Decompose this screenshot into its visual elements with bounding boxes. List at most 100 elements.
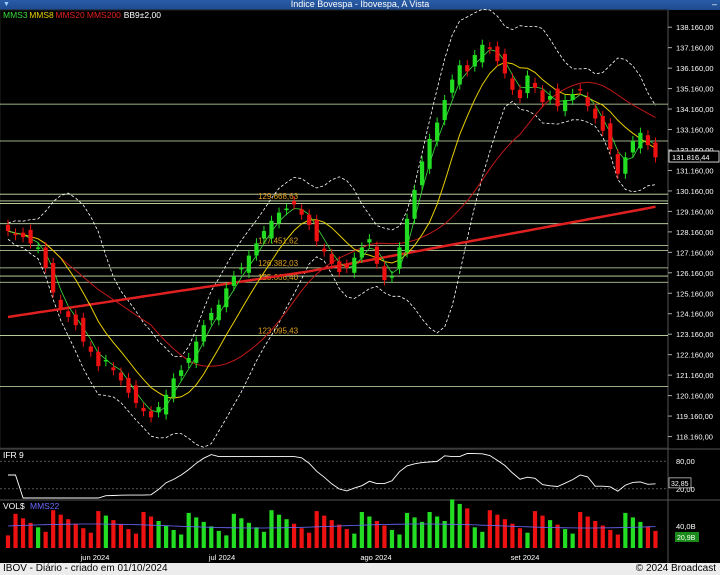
volume-bar xyxy=(186,512,191,548)
candle-body xyxy=(570,93,575,101)
volume-bar xyxy=(427,512,432,548)
candle-body xyxy=(148,411,154,418)
bollinger-lower-band xyxy=(7,100,656,448)
volume-bar xyxy=(88,532,93,548)
volume-bar xyxy=(404,512,410,548)
candle-body xyxy=(480,44,485,63)
candle-body xyxy=(630,140,635,153)
volume-bar xyxy=(231,513,236,548)
candle-body xyxy=(5,224,11,232)
volume-bar xyxy=(570,533,575,548)
volume-bar xyxy=(246,522,252,548)
candle-body xyxy=(495,46,500,62)
volume-bar xyxy=(615,534,620,548)
volume-bar xyxy=(337,524,342,548)
candle-body xyxy=(66,311,71,318)
mms8-line xyxy=(7,61,656,399)
volume-bar xyxy=(359,512,364,548)
volume-bar xyxy=(269,510,274,548)
price-axis-label: 137.160,00 xyxy=(676,44,714,53)
volume-bar xyxy=(28,522,33,548)
volume-bar xyxy=(623,512,628,548)
volume-bar xyxy=(276,514,282,548)
volume-bar xyxy=(419,521,425,548)
candle-body xyxy=(179,370,184,376)
candle-body xyxy=(133,385,139,403)
volume-bar xyxy=(645,526,651,548)
volume-bar xyxy=(435,516,440,548)
candle-body xyxy=(329,253,334,264)
volume-bar xyxy=(389,530,395,548)
level-label: 126.382,03 xyxy=(258,259,299,268)
volume-bar xyxy=(171,530,176,548)
candle-body xyxy=(239,267,244,270)
price-axis-label: 129.160,00 xyxy=(676,207,714,216)
volume-ma-label: MMS22 xyxy=(30,501,60,511)
candle-body xyxy=(404,218,410,253)
candle-body xyxy=(457,65,462,85)
candle-body xyxy=(442,100,447,121)
candle-body xyxy=(525,75,530,94)
volume-bar xyxy=(367,516,372,548)
volume-bar xyxy=(81,528,86,548)
volume-bar xyxy=(66,519,71,548)
volume-bar xyxy=(412,517,417,548)
volume-bar xyxy=(58,514,63,548)
candle-body xyxy=(547,95,553,100)
candle-body xyxy=(13,233,18,236)
volume-bar xyxy=(495,514,500,548)
candle-body xyxy=(555,88,560,107)
candle-body xyxy=(322,248,327,252)
candle-body xyxy=(103,359,108,362)
volume-bar xyxy=(638,521,643,548)
chart-canvas[interactable]: 129.668,63127.451,62126.382,03125.666,40… xyxy=(0,0,720,563)
volume-bar xyxy=(397,534,402,548)
volume-bar xyxy=(352,533,357,548)
candle-body xyxy=(73,314,78,326)
volume-bar xyxy=(517,528,523,548)
price-axis-label: 123.160,00 xyxy=(676,330,714,339)
candle-body xyxy=(43,247,48,268)
volume-bar xyxy=(5,535,11,548)
price-axis-label: 120.160,00 xyxy=(676,392,714,401)
volume-bar xyxy=(480,531,485,548)
candle-body xyxy=(246,255,252,273)
candle-body xyxy=(299,209,304,215)
candle-body xyxy=(645,135,651,146)
candle-body xyxy=(427,138,432,169)
volume-bar xyxy=(382,525,387,548)
candle-body xyxy=(88,346,93,352)
volume-bar xyxy=(96,511,101,548)
candle-body xyxy=(156,407,161,413)
candle-body xyxy=(118,372,124,381)
level-label: 123.095,43 xyxy=(258,326,299,335)
candle-body xyxy=(126,378,131,393)
price-axis-label: 136.160,00 xyxy=(676,64,714,73)
candle-body xyxy=(517,89,523,99)
candle-body xyxy=(600,116,605,131)
candle-body xyxy=(36,247,41,249)
volume-bar xyxy=(450,499,455,548)
candle-body xyxy=(224,288,229,308)
price-axis-label: 133.160,00 xyxy=(676,126,714,135)
candle-body xyxy=(419,161,425,186)
candle-body xyxy=(164,394,169,415)
candle-body xyxy=(141,407,146,412)
candle-body xyxy=(231,276,236,286)
volume-bar xyxy=(36,527,41,548)
price-axis-label: 122.160,00 xyxy=(676,351,714,360)
ifr-current-value: 32,85 xyxy=(671,481,689,488)
volume-bar xyxy=(329,520,334,548)
volume-bar xyxy=(457,503,462,548)
month-axis-label: jul 2024 xyxy=(208,553,235,562)
volume-bar xyxy=(585,516,590,548)
volume-bar xyxy=(600,525,605,548)
price-axis-label: 138.160,00 xyxy=(676,23,714,32)
volume-bar xyxy=(299,528,304,548)
volume-bar xyxy=(502,519,507,548)
price-axis-label: 118.160,00 xyxy=(676,433,713,442)
volume-bar xyxy=(103,515,108,548)
price-axis-label: 127.160,00 xyxy=(676,248,714,257)
volume-axis-label: 40,0B xyxy=(676,522,696,531)
volume-bar xyxy=(43,531,48,548)
